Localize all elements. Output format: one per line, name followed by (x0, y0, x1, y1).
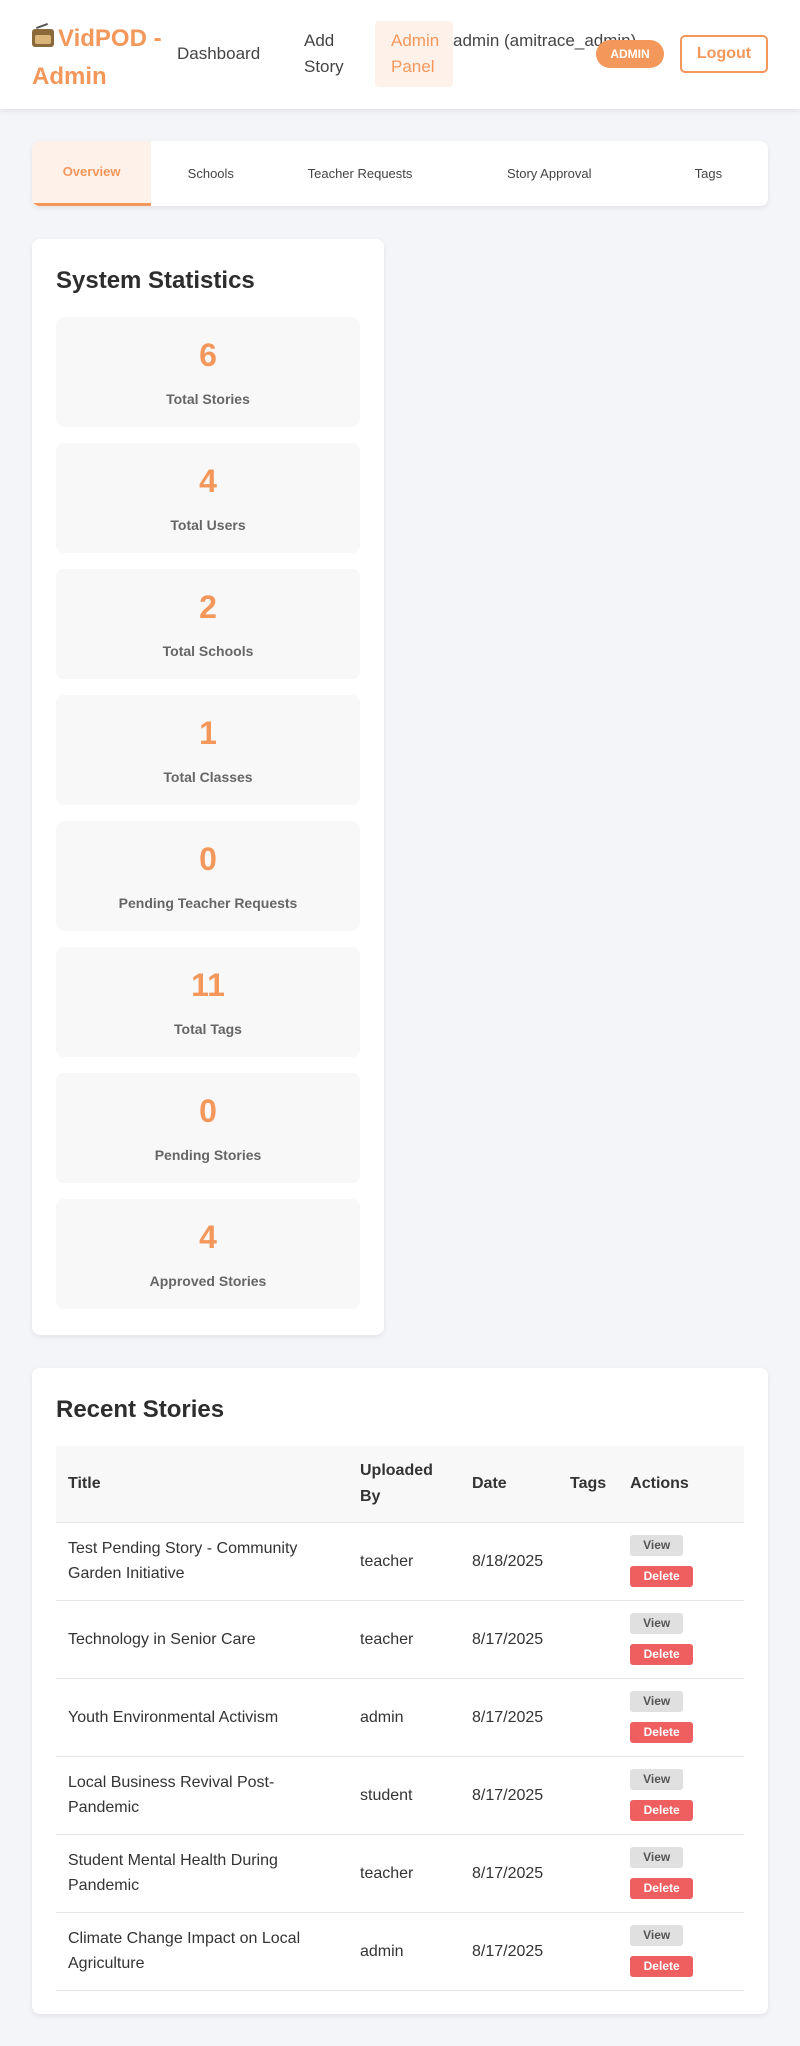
story-title: Climate Change Impact on Local Agricultu… (56, 1912, 348, 1991)
story-tags (558, 1522, 619, 1601)
story-actions: View Delete (618, 1522, 744, 1601)
story-uploaded-by: teacher (348, 1834, 460, 1913)
radio-icon (32, 29, 54, 47)
story-actions: View Delete (618, 1678, 744, 1757)
story-date: 8/18/2025 (460, 1522, 558, 1601)
table-header-row: Title Uploaded By Date Tags Actions (56, 1446, 744, 1523)
story-title: Test Pending Story - Community Garden In… (56, 1522, 348, 1601)
stats-title: System Statistics (56, 267, 255, 294)
table-row: Student Mental Health During Pandemic te… (56, 1834, 744, 1913)
story-tags (558, 1600, 619, 1679)
stat-label: Total Schools (162, 643, 254, 659)
tab-overview[interactable]: Overview (32, 141, 152, 206)
delete-button[interactable]: Delete (630, 1800, 694, 1821)
story-tags (558, 1756, 619, 1835)
delete-button[interactable]: Delete (630, 1956, 694, 1977)
nav-admin-panel[interactable]: Admin Panel (375, 21, 453, 87)
story-actions: View Delete (618, 1600, 744, 1679)
story-title: Youth Environmental Activism (56, 1678, 348, 1757)
story-tags (558, 1678, 619, 1757)
admin-tabs: Overview Schools Teacher Requests Story … (32, 141, 768, 206)
stat-label: Total Classes (163, 769, 253, 785)
stat-value: 4 (199, 1219, 217, 1255)
story-actions: View Delete (618, 1756, 744, 1835)
view-button[interactable]: View (630, 1925, 684, 1946)
column-header-date: Date (460, 1446, 558, 1523)
app-header: VidPOD - Admin Dashboard Add Story Admin… (0, 0, 800, 109)
column-header-tags: Tags (558, 1446, 619, 1523)
story-uploaded-by: admin (348, 1912, 460, 1991)
stat-total-classes: 1 Total Classes (56, 695, 360, 805)
story-uploaded-by: admin (348, 1678, 460, 1757)
delete-button[interactable]: Delete (630, 1644, 694, 1665)
stat-label: Total Stories (166, 391, 250, 407)
story-date: 8/17/2025 (460, 1834, 558, 1913)
table-row: Local Business Revival Post-Pandemic stu… (56, 1756, 744, 1835)
view-button[interactable]: View (630, 1847, 684, 1868)
tab-tags[interactable]: Tags (649, 141, 768, 206)
stat-label: Pending Teacher Requests (118, 895, 298, 911)
story-uploaded-by: teacher (348, 1600, 460, 1679)
table-row: Technology in Senior Care teacher 8/17/2… (56, 1600, 744, 1679)
story-tags (558, 1912, 619, 1991)
table-row: Youth Environmental Activism admin 8/17/… (56, 1678, 744, 1757)
story-date: 8/17/2025 (460, 1678, 558, 1757)
story-uploaded-by: student (348, 1756, 460, 1835)
story-date: 8/17/2025 (460, 1600, 558, 1679)
story-uploaded-by: teacher (348, 1522, 460, 1601)
view-button[interactable]: View (630, 1769, 684, 1790)
view-button[interactable]: View (630, 1691, 684, 1712)
stat-total-users: 4 Total Users (56, 443, 360, 553)
stat-total-tags: 11 Total Tags (56, 947, 360, 1057)
column-header-title: Title (56, 1446, 348, 1523)
stat-value: 11 (191, 967, 225, 1003)
story-date: 8/17/2025 (460, 1912, 558, 1991)
stat-approved-stories: 4 Approved Stories (56, 1199, 360, 1309)
tab-teacher-requests[interactable]: Teacher Requests (270, 141, 449, 206)
nav-dashboard[interactable]: Dashboard (177, 41, 260, 67)
stat-pending-teacher-requests: 0 Pending Teacher Requests (56, 821, 360, 931)
recent-stories-card: Recent Stories Title Uploaded By Date Ta… (32, 1368, 768, 2014)
app-logo[interactable]: VidPOD - Admin (32, 20, 162, 96)
stat-total-stories: 6 Total Stories (56, 317, 360, 427)
story-actions: View Delete (618, 1912, 744, 1991)
stat-label: Total Tags (174, 1021, 242, 1037)
table-row: Climate Change Impact on Local Agricultu… (56, 1912, 744, 1991)
story-date: 8/17/2025 (460, 1756, 558, 1835)
recent-stories-title: Recent Stories (56, 1396, 225, 1423)
delete-button[interactable]: Delete (630, 1878, 694, 1899)
story-title: Local Business Revival Post-Pandemic (56, 1756, 348, 1835)
tab-story-approval[interactable]: Story Approval (450, 141, 649, 206)
stat-value: 4 (199, 463, 217, 499)
view-button[interactable]: View (630, 1613, 684, 1634)
stat-label: Total Users (170, 517, 246, 533)
logout-button[interactable]: Logout (680, 35, 768, 73)
role-badge: ADMIN (596, 40, 664, 68)
delete-button[interactable]: Delete (630, 1722, 694, 1743)
story-tags (558, 1834, 619, 1913)
table-row: Test Pending Story - Community Garden In… (56, 1522, 744, 1601)
stat-pending-stories: 0 Pending Stories (56, 1073, 360, 1183)
delete-button[interactable]: Delete (630, 1566, 694, 1587)
stat-total-schools: 2 Total Schools (56, 569, 360, 679)
stat-value: 0 (199, 1093, 217, 1129)
stat-value: 0 (199, 841, 217, 877)
tab-schools[interactable]: Schools (151, 141, 270, 206)
column-header-actions: Actions (618, 1446, 744, 1523)
stat-label: Approved Stories (149, 1273, 267, 1289)
nav-add-story[interactable]: Add Story (304, 28, 364, 80)
column-header-uploaded-by: Uploaded By (348, 1446, 460, 1523)
story-title: Student Mental Health During Pandemic (56, 1834, 348, 1913)
stat-label: Pending Stories (154, 1147, 262, 1163)
recent-stories-table: Title Uploaded By Date Tags Actions Test… (56, 1446, 744, 1991)
story-title: Technology in Senior Care (56, 1600, 348, 1679)
stat-value: 6 (199, 337, 217, 373)
system-statistics-card: System Statistics 6 Total Stories 4 Tota… (32, 239, 384, 1335)
stat-value: 1 (199, 715, 217, 751)
story-actions: View Delete (618, 1834, 744, 1913)
view-button[interactable]: View (630, 1535, 684, 1556)
stat-value: 2 (199, 589, 217, 625)
